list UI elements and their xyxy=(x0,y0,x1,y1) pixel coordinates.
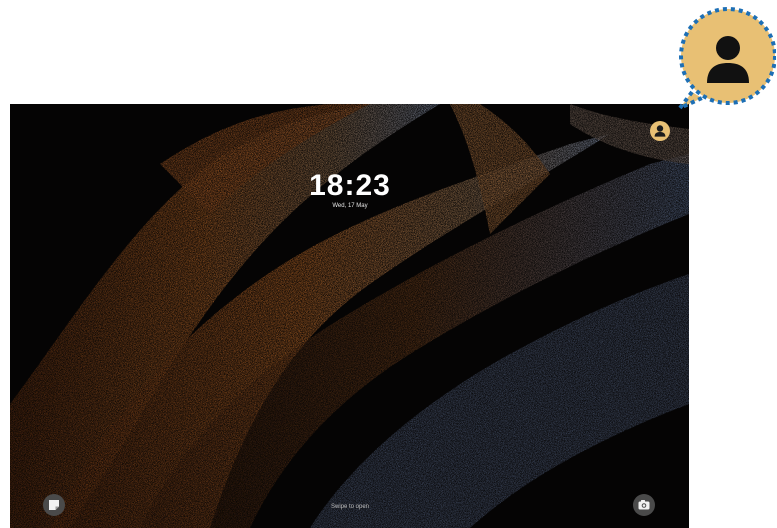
swipe-hint: Swipe to open xyxy=(330,504,370,510)
wallpaper xyxy=(10,104,689,528)
note-shortcut-button[interactable] xyxy=(43,494,65,516)
lock-screen-clock: 18:23 xyxy=(309,169,391,202)
person-icon xyxy=(678,7,777,110)
user-profile-button[interactable] xyxy=(650,121,670,141)
lock-screen[interactable]: 18:23 Wed, 17 May Swipe to open xyxy=(10,104,689,528)
person-icon xyxy=(654,125,666,137)
page: 18:23 Wed, 17 May Swipe to open xyxy=(0,0,777,528)
user-profile-callout xyxy=(676,4,777,112)
camera-icon xyxy=(638,500,650,510)
camera-shortcut-button[interactable] xyxy=(633,494,655,516)
lock-screen-date: Wed, 17 May xyxy=(332,203,368,209)
note-icon xyxy=(49,500,59,510)
